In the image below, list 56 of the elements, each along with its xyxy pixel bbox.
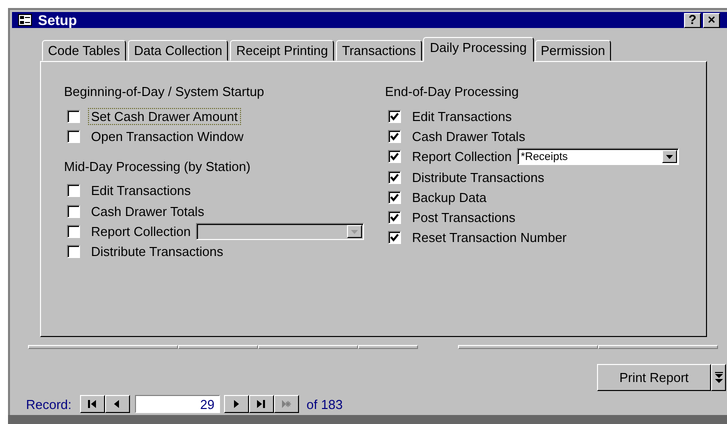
checkbox[interactable] xyxy=(67,204,80,218)
checkbox[interactable] xyxy=(67,130,80,143)
checkbox-label[interactable]: Edit Transactions xyxy=(409,108,515,125)
more-button[interactable] xyxy=(711,364,726,391)
section-heading: Beginning-of-Day / System Startup xyxy=(64,83,266,101)
checkbox-label[interactable]: Cash Drawer Totals xyxy=(88,202,208,220)
checkbox-label[interactable]: Edit Transactions xyxy=(88,182,194,200)
checkbox-label[interactable]: Open Transaction Window xyxy=(88,128,246,145)
checkbox-label[interactable]: Distribute Transactions xyxy=(409,168,548,186)
checkbox-label[interactable]: Report Collection xyxy=(409,148,515,166)
record-number-field[interactable]: 29 xyxy=(134,395,220,413)
nav-button[interactable] xyxy=(80,395,105,413)
section-heading: Mid-Day Processing (by Station) xyxy=(64,158,252,176)
close-button[interactable]: × xyxy=(703,12,720,28)
section-heading: End-of-Day Processing xyxy=(385,83,520,101)
next-icon xyxy=(231,399,242,409)
checkbox-label[interactable]: Cash Drawer Totals xyxy=(409,128,528,145)
window-title: Setup xyxy=(38,12,77,28)
checkbox-label[interactable]: Post Transactions xyxy=(409,209,518,226)
record-label: Record: xyxy=(26,396,72,412)
form-icon xyxy=(18,14,32,26)
new-record-icon xyxy=(281,399,292,409)
dropdown-value: *Receipts xyxy=(520,150,569,163)
double-arrow-icon xyxy=(714,372,722,384)
checkbox-label[interactable]: Backup Data xyxy=(409,188,490,206)
dropdown[interactable]: *Receipts xyxy=(516,148,679,166)
tab[interactable]: Code Tables xyxy=(42,40,126,61)
checkbox[interactable] xyxy=(388,130,401,143)
record-count: of 183 xyxy=(306,396,343,412)
checkbox[interactable] xyxy=(67,184,80,198)
checkbox[interactable] xyxy=(388,110,401,123)
nav-button[interactable] xyxy=(248,395,274,413)
checkbox[interactable] xyxy=(388,190,401,204)
checkbox[interactable] xyxy=(388,170,401,184)
first-record-icon xyxy=(87,399,98,409)
nav-button[interactable] xyxy=(104,395,130,413)
checkbox[interactable] xyxy=(388,211,401,224)
checkbox-label[interactable]: Reset Transaction Number xyxy=(409,229,570,246)
checkbox[interactable] xyxy=(388,150,401,164)
tab[interactable]: Permission xyxy=(534,40,612,61)
tab[interactable]: Transactions xyxy=(336,40,422,61)
checkbox[interactable] xyxy=(67,245,80,258)
tab[interactable]: Receipt Printing xyxy=(230,40,334,61)
nav-button[interactable] xyxy=(224,395,249,413)
help-button[interactable]: ? xyxy=(684,12,701,28)
tab[interactable]: Daily Processing xyxy=(422,37,534,62)
checkbox[interactable] xyxy=(388,231,401,244)
checkbox-label[interactable]: Set Cash Drawer Amount xyxy=(88,108,241,125)
print-report-button[interactable]: Print Report xyxy=(597,364,711,391)
last-record-icon xyxy=(256,399,266,409)
checkbox-label[interactable]: Report Collection xyxy=(88,222,194,240)
checkbox-label[interactable]: Distribute Transactions xyxy=(88,243,226,260)
checkbox[interactable] xyxy=(67,110,80,123)
dropdown-button[interactable] xyxy=(662,150,677,164)
checkbox[interactable] xyxy=(67,224,80,238)
tab[interactable]: Data Collection xyxy=(128,40,228,61)
